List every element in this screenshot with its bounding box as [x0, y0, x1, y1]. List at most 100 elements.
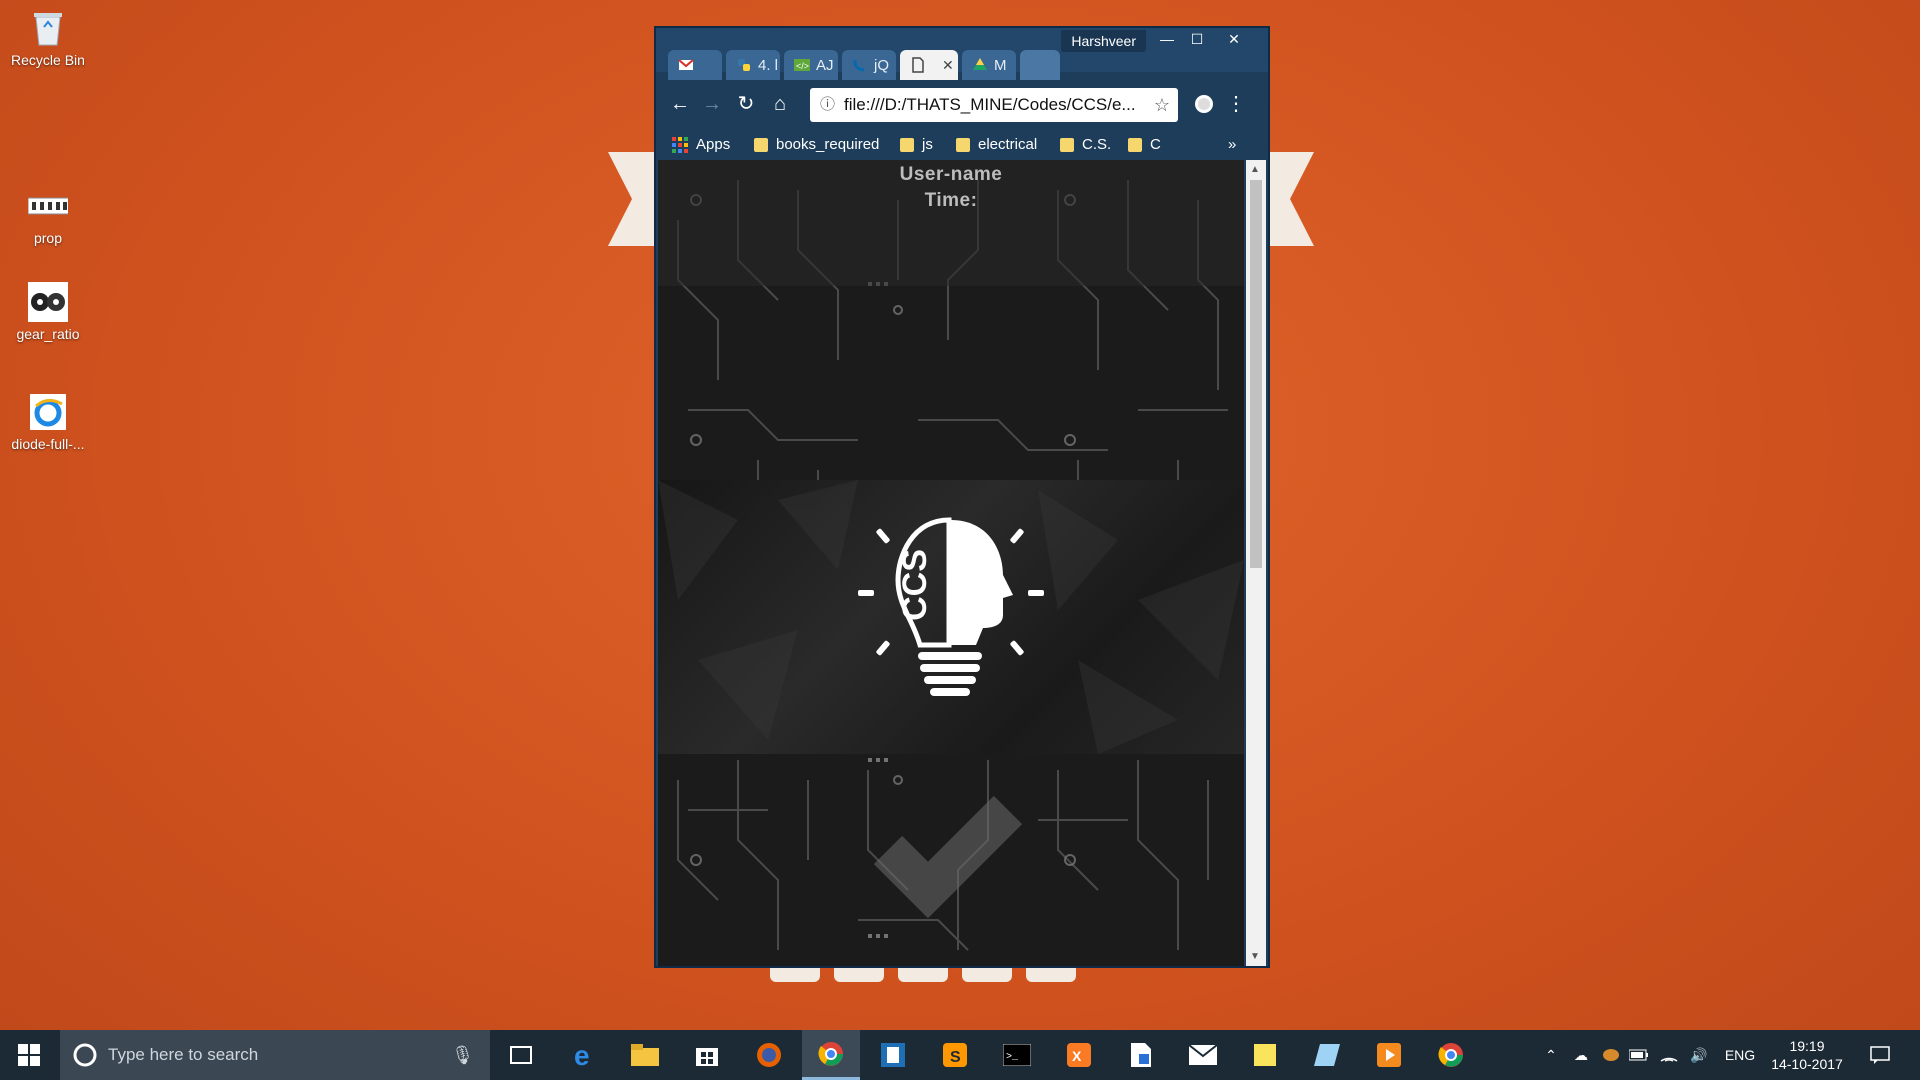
action-center-icon[interactable] — [1860, 1030, 1900, 1080]
store-icon[interactable] — [678, 1030, 736, 1080]
browser-toolbar: ← → ↻ ⌂ ⓘ file:///D:/THATS_MINE/Codes/CC… — [656, 80, 1268, 130]
maximize-button[interactable]: ☐ — [1182, 28, 1212, 50]
battery-icon[interactable] — [1626, 1030, 1652, 1080]
clock[interactable]: 19:19 14-10-2017 — [1766, 1030, 1848, 1080]
folder-icon — [900, 137, 914, 152]
clock-time: 19:19 — [1789, 1038, 1825, 1054]
bookmarks-more-button[interactable]: » — [1228, 136, 1236, 153]
logo-text: CCS — [896, 549, 934, 621]
tab-aj[interactable]: </> AJ — [784, 50, 838, 80]
menu-icon[interactable]: ⋮ — [1222, 90, 1250, 118]
desktop-icon-recycle-bin[interactable]: Recycle Bin — [0, 8, 96, 68]
mail-icon[interactable] — [1174, 1030, 1232, 1080]
desktop-icon-label: Recycle Bin — [11, 52, 85, 68]
desktop-icon-label: diode-full-... — [11, 436, 85, 452]
desktop-icon-gear-ratio[interactable]: gear_ratio — [0, 282, 96, 342]
url-text: file:///D:/THATS_MINE/Codes/CCS/e... — [844, 95, 1136, 114]
edge-icon[interactable]: e — [556, 1030, 614, 1080]
desktop-icon-diode[interactable]: diode-full-... — [0, 392, 96, 452]
tray-app-icon[interactable] — [1598, 1030, 1624, 1080]
cortana-icon — [73, 1043, 97, 1067]
task-view-icon[interactable] — [492, 1030, 550, 1080]
chrome-icon[interactable] — [802, 1030, 860, 1080]
show-hidden-icons-icon[interactable]: ⌃ — [1540, 1030, 1562, 1080]
bookmark-star-icon[interactable]: ☆ — [1154, 88, 1170, 122]
start-button[interactable] — [0, 1030, 58, 1080]
bookmark-apps[interactable]: Apps — [672, 136, 730, 153]
firefox-icon[interactable] — [740, 1030, 798, 1080]
media-player-icon[interactable] — [1360, 1030, 1418, 1080]
svg-text:>_: >_ — [1006, 1052, 1019, 1063]
user-name-label: User-name — [899, 164, 1003, 185]
svg-text:S: S — [950, 1049, 961, 1066]
tab-jquery[interactable]: jQ — [842, 50, 896, 80]
scroll-down-arrow-icon[interactable]: ▼ — [1250, 951, 1260, 962]
svg-text:e: e — [574, 1041, 590, 1069]
gear-icon — [28, 282, 68, 322]
bookmark-js[interactable]: js — [900, 136, 933, 153]
ie-shortcut-icon — [28, 392, 68, 432]
recycle-bin-icon — [28, 8, 68, 48]
bookmarks-bar: Apps books_required js electrical C.S. C… — [656, 130, 1268, 160]
clock-date: 14-10-2017 — [1771, 1056, 1843, 1072]
close-button[interactable]: ✕ — [1214, 28, 1254, 50]
code-icon: </> — [794, 57, 810, 73]
tab-python[interactable]: 4. l — [726, 50, 780, 80]
bookmark-books-required[interactable]: books_required — [754, 136, 879, 153]
drive-icon — [972, 57, 988, 73]
reload-button[interactable]: ↻ — [732, 90, 760, 118]
xampp-icon[interactable]: X — [1050, 1030, 1108, 1080]
web-page: User-name Time: CCS — [658, 160, 1244, 966]
close-tab-icon[interactable]: ✕ — [942, 57, 954, 74]
onedrive-icon[interactable]: ☁ — [1568, 1030, 1594, 1080]
bookmark-electrical[interactable]: electrical — [956, 136, 1037, 153]
folder-icon — [754, 137, 768, 152]
profile-button[interactable]: Harshveer — [1061, 30, 1146, 52]
windows-logo-icon — [18, 1044, 40, 1066]
desktop-icon-label: gear_ratio — [16, 326, 80, 342]
app-icon[interactable] — [864, 1030, 922, 1080]
extension-icon[interactable] — [1190, 90, 1218, 118]
browser-window: 4. l </> AJ jQ ✕ M Harshveer — ☐ ✕ ← → ↻… — [654, 26, 1270, 968]
minimize-button[interactable]: — — [1152, 28, 1182, 50]
sublime-icon[interactable]: S — [926, 1030, 984, 1080]
tab-active-file[interactable]: ✕ — [900, 50, 958, 80]
folder-icon — [1060, 137, 1074, 152]
tab-drive[interactable]: M — [962, 50, 1016, 80]
notes-app-icon[interactable] — [1298, 1030, 1356, 1080]
folder-icon — [956, 137, 970, 152]
cmd-icon[interactable]: >_ — [988, 1030, 1046, 1080]
jquery-icon — [852, 57, 868, 73]
scroll-thumb[interactable] — [1250, 180, 1262, 568]
info-icon[interactable]: ⓘ — [820, 88, 835, 122]
desktop-icon-label: prop — [33, 230, 63, 246]
taskbar-search[interactable]: Type here to search 🎙 — [60, 1030, 490, 1080]
ribbon-bottom-decoration — [770, 968, 1150, 982]
sticky-notes-icon[interactable] — [1236, 1030, 1294, 1080]
desktop-icon-prop[interactable]: prop — [0, 186, 96, 246]
language-indicator[interactable]: ENG — [1720, 1030, 1760, 1080]
title-bar[interactable]: 4. l </> AJ jQ ✕ M Harshveer — ☐ ✕ — [656, 28, 1268, 80]
tab-gmail[interactable] — [668, 50, 722, 80]
wifi-icon[interactable] — [1656, 1030, 1682, 1080]
address-bar[interactable]: ⓘ file:///D:/THATS_MINE/Codes/CCS/e... ☆ — [810, 88, 1178, 122]
taskbar: Type here to search 🎙 e S >_ X ⌃ ☁ 🔊 ENG… — [0, 1030, 1920, 1080]
chrome-profile-icon[interactable] — [1422, 1030, 1480, 1080]
home-button[interactable]: ⌂ — [766, 90, 794, 118]
document-app-icon[interactable] — [1112, 1030, 1170, 1080]
scroll-up-arrow-icon[interactable]: ▲ — [1250, 164, 1260, 175]
time-label: Time: — [924, 190, 978, 211]
bookmark-c[interactable]: C — [1128, 136, 1161, 153]
file-explorer-icon[interactable] — [616, 1030, 674, 1080]
volume-icon[interactable]: 🔊 — [1686, 1030, 1712, 1080]
bookmark-cs[interactable]: C.S. — [1060, 136, 1111, 153]
svg-text:X: X — [1072, 1048, 1082, 1064]
back-button[interactable]: ← — [666, 90, 694, 118]
search-placeholder: Type here to search — [108, 1045, 259, 1064]
microphone-icon[interactable]: 🎙 — [451, 1045, 474, 1066]
python-icon — [736, 57, 752, 73]
apps-grid-icon — [672, 136, 688, 153]
new-tab-button[interactable] — [1020, 50, 1060, 80]
page-scrollbar[interactable]: ▲ ▼ — [1246, 160, 1266, 966]
forward-button[interactable]: → — [698, 90, 726, 118]
